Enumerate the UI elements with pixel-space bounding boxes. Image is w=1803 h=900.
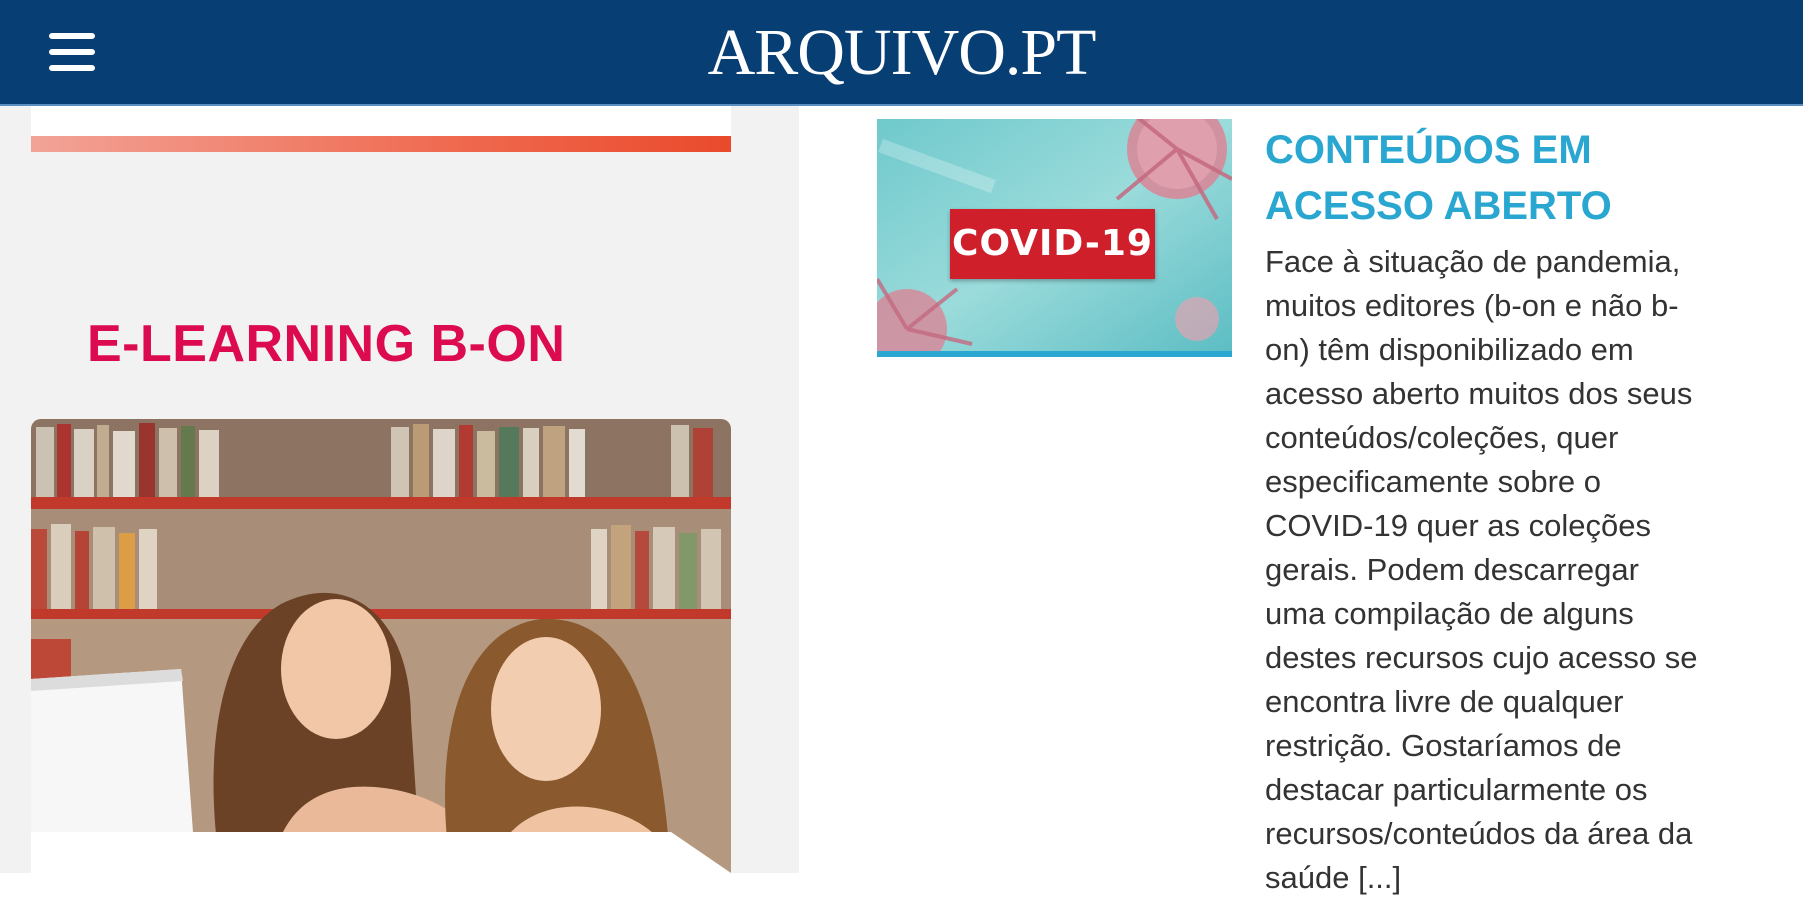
article-title[interactable]: CONTEÚDOS EM ACESSO ABERTO xyxy=(1265,122,1765,234)
library-photo-illustration xyxy=(31,419,731,873)
covid-thumbnail[interactable]: COVID-19 xyxy=(877,119,1232,357)
site-logo[interactable]: ARQUIVO.PT xyxy=(0,14,1803,92)
card-top-strip xyxy=(31,106,731,136)
section-title-elearning[interactable]: E-LEARNING B-ON xyxy=(87,314,565,374)
article-body-text: Face à situação de pandemia, muitos edit… xyxy=(1265,244,1698,895)
left-panel: E-LEARNING B-ON xyxy=(0,106,799,873)
accent-gradient-bar xyxy=(31,136,731,152)
top-navigation-bar: ARQUIVO.PT xyxy=(0,0,1803,106)
elearning-photo[interactable] xyxy=(31,419,731,873)
covid-label: COVID-19 xyxy=(950,209,1155,279)
